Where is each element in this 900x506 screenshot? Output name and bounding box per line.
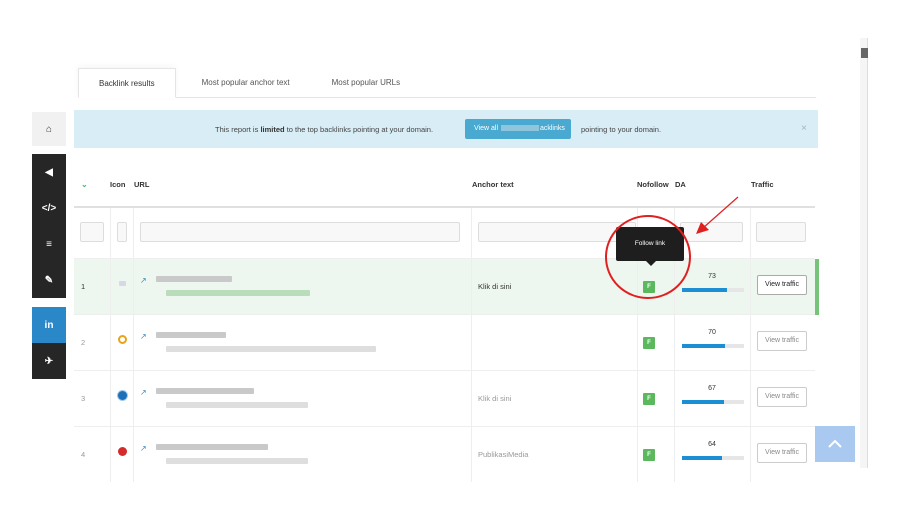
- follow-badge[interactable]: F: [643, 281, 655, 293]
- da-bar: [682, 344, 744, 348]
- row-number: 4: [81, 450, 86, 459]
- code-icon[interactable]: </>: [32, 190, 66, 226]
- row-highlight-edge: [815, 259, 819, 315]
- alert-text-bold: limited: [260, 125, 285, 134]
- redacted-url-path[interactable]: [166, 346, 376, 352]
- alert-text-after: to the top backlinks pointing at your do…: [284, 125, 434, 134]
- da-bar-fill: [682, 344, 726, 348]
- row-number: 1: [81, 282, 86, 291]
- follow-link-tooltip: Follow link: [616, 227, 684, 266]
- tab-popular-anchor-text[interactable]: Most popular anchor text: [176, 68, 310, 98]
- site-favicon-icon: [118, 335, 127, 344]
- limited-report-alert: This report is limited to the top backli…: [74, 110, 818, 148]
- da-bar-fill: [682, 288, 728, 292]
- site-favicon-icon: [118, 391, 127, 400]
- back-to-top-button[interactable]: [815, 426, 855, 462]
- anchor-text: Klik di sini: [478, 394, 512, 403]
- left-toolbar: ⌂ ◀ </> ≡ ✎ in ✈: [32, 112, 66, 379]
- da-value: 67: [708, 385, 716, 392]
- megaphone-icon[interactable]: ◀: [32, 154, 66, 190]
- anchor-text: Klik di sini: [478, 282, 512, 291]
- view-all-backlinks-button[interactable]: View all acklinks: [465, 119, 571, 139]
- filter-url-input[interactable]: [140, 222, 460, 242]
- external-link-icon[interactable]: ↗: [140, 332, 147, 341]
- tab-popular-urls[interactable]: Most popular URLs: [310, 68, 420, 98]
- filter-traffic-input[interactable]: [756, 222, 806, 242]
- da-bar: [682, 288, 744, 292]
- redacted-url-title[interactable]: [156, 276, 232, 282]
- follow-badge[interactable]: F: [643, 393, 655, 405]
- filter-num[interactable]: [80, 222, 104, 242]
- alert-text-after-button: pointing to your domain.: [581, 125, 662, 134]
- follow-badge[interactable]: F: [643, 449, 655, 461]
- chevron-up-icon: [828, 439, 842, 448]
- table-row: 4 ↗ PublikasiMedia F 64 View traffic: [74, 426, 815, 482]
- redacted-count: [500, 125, 539, 132]
- alert-text-before: This report is: [215, 125, 261, 134]
- redacted-url-path[interactable]: [166, 458, 308, 464]
- header-traffic[interactable]: Traffic: [751, 180, 774, 189]
- da-value: 70: [708, 329, 716, 336]
- view-all-suffix: acklinks: [539, 125, 565, 132]
- header-url[interactable]: URL: [134, 180, 149, 189]
- chevron-down-icon[interactable]: ⌄: [81, 180, 88, 189]
- follow-badge[interactable]: F: [643, 337, 655, 349]
- redacted-url-path[interactable]: [166, 402, 308, 408]
- home-icon[interactable]: ⌂: [32, 112, 66, 146]
- anchor-text: PublikasiMedia: [478, 450, 529, 459]
- close-icon[interactable]: ×: [801, 123, 807, 134]
- linkedin-icon[interactable]: in: [32, 307, 66, 343]
- filter-da-input[interactable]: [680, 222, 743, 242]
- list-icon[interactable]: ≡: [32, 226, 66, 262]
- redacted-url-title[interactable]: [156, 444, 268, 450]
- da-bar-fill: [682, 456, 722, 460]
- view-traffic-button[interactable]: View traffic: [757, 275, 807, 295]
- alert-message: This report is limited to the top backli…: [215, 125, 433, 134]
- filter-row: [74, 208, 815, 258]
- external-link-icon[interactable]: ↗: [140, 388, 147, 397]
- external-link-icon[interactable]: ↗: [140, 444, 147, 453]
- header-nofollow[interactable]: Nofollow: [637, 180, 669, 189]
- backlinks-table: ⌄ Icon URL Anchor text Nofollow DA Traff…: [74, 160, 819, 482]
- da-bar: [682, 456, 744, 460]
- header-icon[interactable]: Icon: [110, 180, 125, 189]
- da-bar: [682, 400, 744, 404]
- filter-icon[interactable]: [117, 222, 127, 242]
- tab-backlink-results[interactable]: Backlink results: [78, 68, 176, 98]
- table-row: 3 ↗ Klik di sini F 67 View traffic: [74, 370, 815, 426]
- view-traffic-button[interactable]: View traffic: [757, 443, 807, 463]
- column-divider: [133, 208, 134, 482]
- header-da[interactable]: DA: [675, 180, 686, 189]
- results-tabs: Backlink results Most popular anchor tex…: [78, 68, 816, 98]
- da-value: 73: [708, 273, 716, 280]
- column-divider: [110, 208, 111, 482]
- column-divider: [750, 208, 751, 482]
- header-anchor-text[interactable]: Anchor text: [472, 180, 514, 189]
- redacted-url-path[interactable]: [166, 290, 310, 296]
- row-number: 2: [81, 338, 86, 347]
- scrollbar-thumb[interactable]: [861, 48, 868, 58]
- column-divider: [471, 208, 472, 482]
- row-number: 3: [81, 394, 86, 403]
- twitter-icon[interactable]: ✈: [32, 343, 66, 379]
- view-traffic-button[interactable]: View traffic: [757, 387, 807, 407]
- view-traffic-button[interactable]: View traffic: [757, 331, 807, 351]
- table-row: 1 ↗ Klik di sini F 73 View traffic: [74, 258, 819, 315]
- redacted-url-title[interactable]: [156, 388, 254, 394]
- external-link-icon[interactable]: ↗: [140, 276, 147, 285]
- filter-anchor-input[interactable]: [478, 222, 636, 242]
- site-favicon-icon: [119, 281, 126, 286]
- redacted-url-title[interactable]: [156, 332, 226, 338]
- table-header: ⌄ Icon URL Anchor text Nofollow DA Traff…: [74, 160, 815, 208]
- page-scrollbar[interactable]: [860, 38, 868, 468]
- da-bar-fill: [682, 400, 724, 404]
- table-row: 2 ↗ F 70 View traffic: [74, 314, 815, 370]
- site-favicon-icon: [118, 447, 127, 456]
- wrench-icon[interactable]: ✎: [32, 262, 66, 298]
- view-all-prefix: View all: [474, 125, 498, 132]
- da-value: 64: [708, 441, 716, 448]
